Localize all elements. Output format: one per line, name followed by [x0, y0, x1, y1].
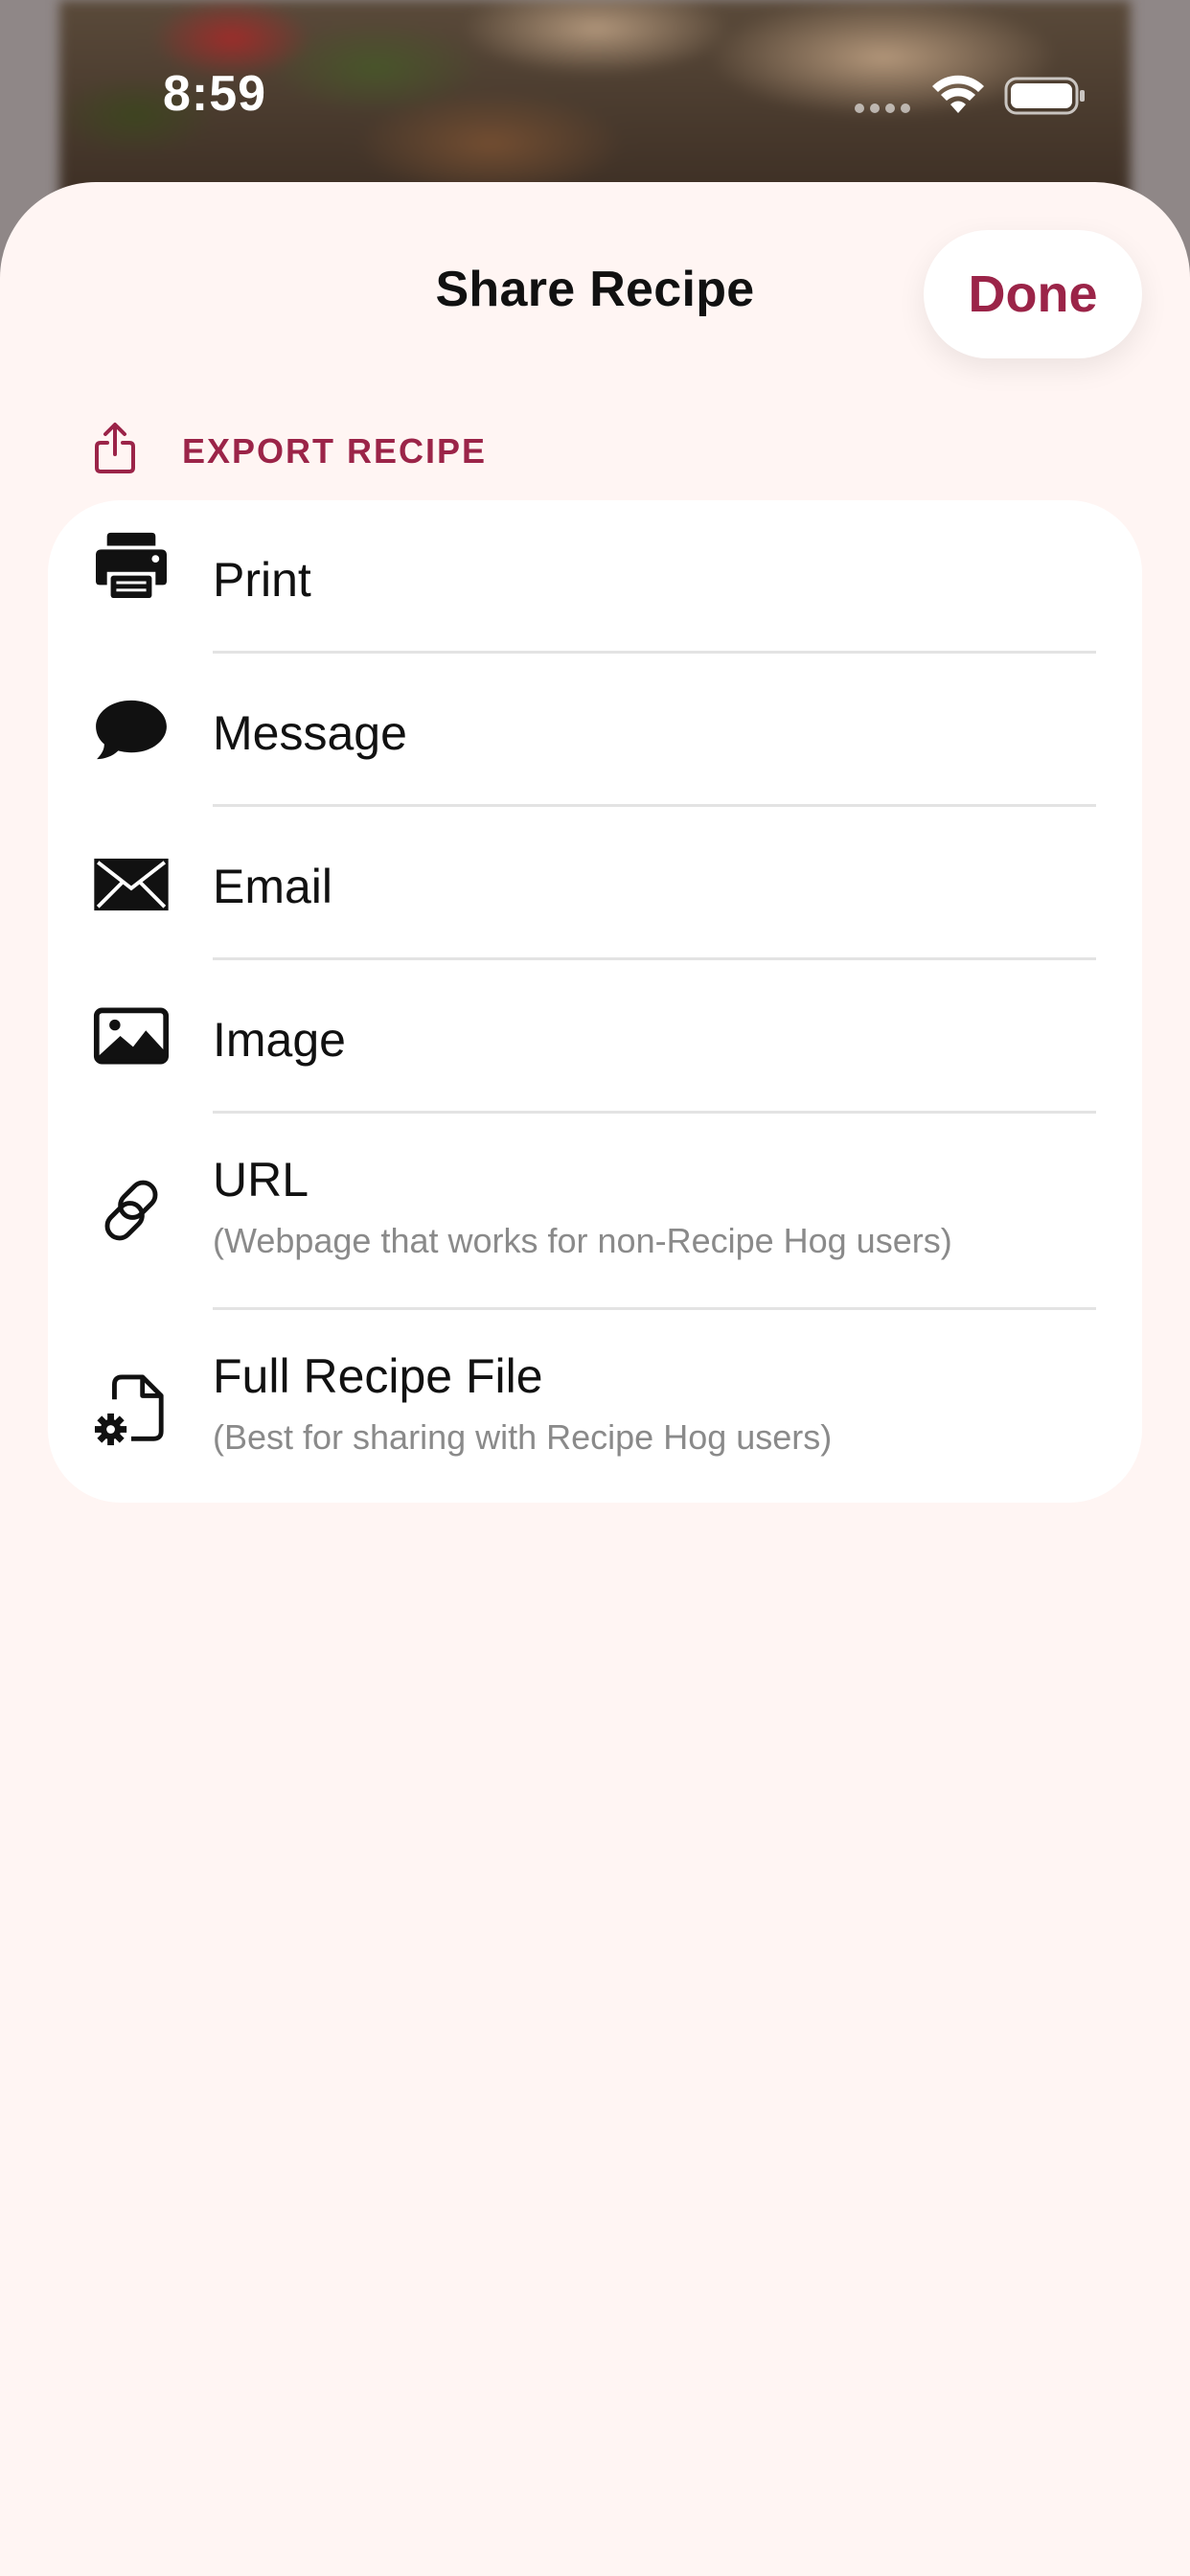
- wifi-icon: [932, 75, 984, 113]
- status-time: 8:59: [163, 66, 267, 122]
- battery-icon: [1004, 77, 1085, 115]
- option-label: Full Recipe File: [213, 1349, 543, 1403]
- message-bubble-icon: [88, 686, 174, 772]
- section-label: EXPORT RECIPE: [182, 431, 488, 471]
- option-label: Message: [213, 706, 407, 760]
- done-button[interactable]: Done: [924, 230, 1142, 358]
- share-icon: [95, 423, 135, 473]
- link-icon: [88, 1167, 174, 1254]
- option-email[interactable]: Email: [48, 807, 1142, 960]
- option-url[interactable]: URL (Webpage that works for non-Recipe H…: [48, 1114, 1142, 1310]
- document-gear-icon: [88, 1368, 174, 1454]
- option-full-recipe-file[interactable]: Full Recipe File (Best for sharing with …: [48, 1310, 1142, 1503]
- option-subtitle: (Best for sharing with Recipe Hog users): [213, 1417, 833, 1457]
- option-image[interactable]: Image: [48, 960, 1142, 1114]
- envelope-icon: [88, 841, 174, 928]
- option-subtitle: (Webpage that works for non-Recipe Hog u…: [213, 1221, 952, 1260]
- export-options-card: Print Message Email Image URL (Webpage t…: [48, 500, 1142, 1503]
- share-sheet: Share Recipe Done EXPORT RECIPE Print Me…: [0, 182, 1190, 2576]
- export-recipe-header: EXPORT RECIPE: [92, 422, 1050, 479]
- cellular-signal-icon: [855, 104, 912, 115]
- option-label: Email: [213, 860, 333, 913]
- option-message[interactable]: Message: [48, 654, 1142, 807]
- printer-icon: [88, 521, 174, 608]
- option-print[interactable]: Print: [48, 500, 1142, 654]
- photo-icon: [88, 993, 174, 1079]
- option-label: URL: [213, 1153, 309, 1207]
- status-bar: 8:59: [0, 0, 1190, 182]
- option-label: Print: [213, 553, 311, 607]
- share-recipe-screen: 8:59 Share Recipe Done EXPORT RECIPE Pri…: [0, 0, 1190, 2576]
- option-label: Image: [213, 1013, 346, 1067]
